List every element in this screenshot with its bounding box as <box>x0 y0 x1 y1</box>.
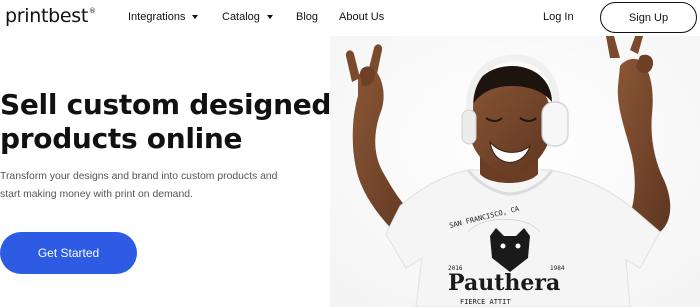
shirt-brand-text: Pauthera <box>448 270 560 296</box>
chevron-down-icon <box>192 15 199 19</box>
nav-catalog-label: Catalog <box>222 11 260 23</box>
headline-line-1: Sell custom designed <box>0 88 332 121</box>
signup-button[interactable]: Sign Up <box>600 2 697 33</box>
hero-photo: SAN FRANCISCO, CA 2016 1984 Pauthera FIE… <box>330 36 700 307</box>
brand-logo[interactable]: printbest® <box>5 5 96 27</box>
login-link[interactable]: Log In <box>543 11 574 23</box>
shirt-tagline-text: FIERCE ATTIT <box>460 298 511 306</box>
top-navbar: printbest® Integrations Catalog Blog Abo… <box>0 0 700 36</box>
nav-catalog[interactable]: Catalog <box>222 11 273 23</box>
nav-about[interactable]: About Us <box>339 11 384 23</box>
nav-blog[interactable]: Blog <box>296 11 318 23</box>
get-started-button[interactable]: Get Started <box>0 232 137 274</box>
nav-integrations-label: Integrations <box>128 11 186 23</box>
hero-subtext: Transform your designs and brand into cu… <box>0 171 278 200</box>
headphones-icon <box>541 101 569 147</box>
hero-headline: Sell custom designed products online <box>0 88 331 156</box>
nav-integrations[interactable]: Integrations <box>128 11 199 23</box>
nav-blog-label: Blog <box>296 11 319 23</box>
chevron-down-icon <box>266 15 273 19</box>
registered-mark: ® <box>89 7 96 15</box>
nav-about-label: About Us <box>339 11 385 23</box>
headline-line-2: products online <box>0 122 243 155</box>
brand-name: printbest <box>5 5 89 27</box>
